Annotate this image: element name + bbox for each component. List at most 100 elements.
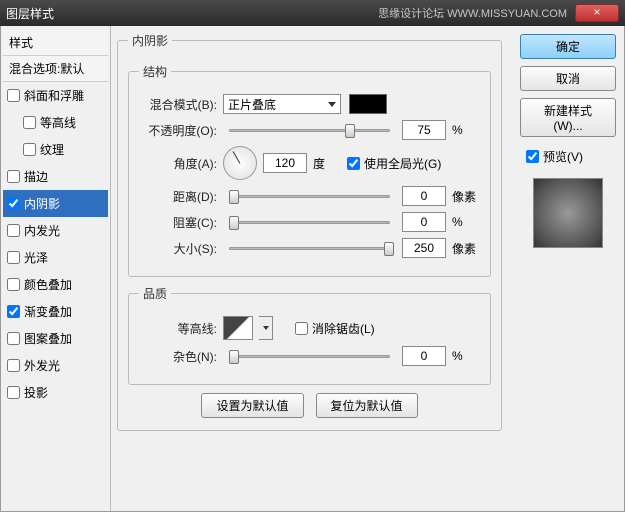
- noise-input[interactable]: 0: [402, 346, 446, 366]
- noise-unit: %: [452, 349, 480, 363]
- sidebar-header[interactable]: 样式: [3, 30, 108, 56]
- size-slider[interactable]: [229, 239, 390, 257]
- sidebar-checkbox[interactable]: [23, 143, 36, 156]
- titlebar: 图层样式 思缘设计论坛 WWW.MISSYUAN.COM ×: [0, 0, 625, 26]
- size-unit: 像素: [452, 240, 480, 257]
- preview-check[interactable]: 预览(V): [526, 148, 616, 165]
- angle-dial[interactable]: [223, 146, 257, 180]
- preview-thumbnail: [533, 178, 603, 248]
- opacity-label: 不透明度(O):: [139, 122, 217, 139]
- quality-fieldset: 品质 等高线: 消除锯齿(L) 杂色(N): 0 %: [128, 285, 491, 385]
- sidebar-item-label: 描边: [24, 168, 48, 185]
- sidebar-checkbox[interactable]: [7, 278, 20, 291]
- sidebar-item-label: 等高线: [40, 114, 76, 131]
- main-panel: 内阴影 结构 混合模式(B): 正片叠底 不透明度(O): 75 %: [111, 26, 512, 511]
- contour-label: 等高线:: [139, 320, 217, 337]
- contour-thumb[interactable]: [223, 316, 253, 340]
- distance-slider[interactable]: [229, 187, 390, 205]
- choke-input[interactable]: 0: [402, 212, 446, 232]
- opacity-slider[interactable]: [229, 121, 390, 139]
- distance-label: 距离(D):: [139, 188, 217, 205]
- choke-unit: %: [452, 215, 480, 229]
- color-swatch[interactable]: [349, 94, 387, 114]
- sidebar-checkbox[interactable]: [7, 89, 20, 102]
- sidebar-checkbox[interactable]: [23, 116, 36, 129]
- cancel-button[interactable]: 取消: [520, 66, 616, 91]
- blendmode-combo[interactable]: 正片叠底: [223, 94, 341, 114]
- sidebar-checkbox[interactable]: [7, 170, 20, 183]
- preview-label: 预览(V): [543, 148, 583, 165]
- chevron-down-icon: [263, 326, 269, 330]
- opacity-unit: %: [452, 123, 480, 137]
- sidebar-item-label: 图案叠加: [24, 330, 72, 347]
- sidebar-item-2[interactable]: 纹理: [3, 136, 108, 163]
- sidebar-checkbox[interactable]: [7, 305, 20, 318]
- sidebar-item-label: 光泽: [24, 249, 48, 266]
- quality-legend: 品质: [139, 285, 171, 302]
- structure-fieldset: 结构 混合模式(B): 正片叠底 不透明度(O): 75 % 角度: [128, 63, 491, 277]
- sidebar-item-6[interactable]: 光泽: [3, 244, 108, 271]
- angle-label: 角度(A):: [139, 155, 217, 172]
- global-light-check[interactable]: 使用全局光(G): [347, 155, 441, 172]
- size-input[interactable]: 250: [402, 238, 446, 258]
- sidebar-item-11[interactable]: 投影: [3, 379, 108, 406]
- distance-input[interactable]: 0: [402, 186, 446, 206]
- sidebar-item-label: 渐变叠加: [24, 303, 72, 320]
- inner-shadow-fieldset: 内阴影 结构 混合模式(B): 正片叠底 不透明度(O): 75 %: [117, 32, 502, 431]
- global-light-label: 使用全局光(G): [364, 155, 441, 172]
- sidebar-item-0[interactable]: 斜面和浮雕: [3, 82, 108, 109]
- sidebar-item-label: 内阴影: [24, 195, 60, 212]
- sidebar-checkbox[interactable]: [7, 359, 20, 372]
- sidebar-item-3[interactable]: 描边: [3, 163, 108, 190]
- right-column: 确定 取消 新建样式(W)... 预览(V): [512, 26, 624, 511]
- antialias-checkbox[interactable]: [295, 322, 308, 335]
- sidebar-checkbox[interactable]: [7, 224, 20, 237]
- close-button[interactable]: ×: [575, 4, 619, 22]
- blendmode-label: 混合模式(B):: [139, 96, 217, 113]
- sidebar-item-label: 颜色叠加: [24, 276, 72, 293]
- antialias-check[interactable]: 消除锯齿(L): [295, 320, 375, 337]
- ok-button[interactable]: 确定: [520, 34, 616, 59]
- reset-default-button[interactable]: 复位为默认值: [316, 393, 418, 418]
- chevron-down-icon: [328, 102, 336, 107]
- panel-title: 内阴影: [128, 32, 172, 49]
- sidebar-checkbox[interactable]: [7, 197, 20, 210]
- sidebar-checkbox[interactable]: [7, 332, 20, 345]
- antialias-label: 消除锯齿(L): [312, 320, 375, 337]
- make-default-button[interactable]: 设置为默认值: [201, 393, 303, 418]
- sidebar-item-8[interactable]: 渐变叠加: [3, 298, 108, 325]
- sidebar-item-10[interactable]: 外发光: [3, 352, 108, 379]
- blendmode-value: 正片叠底: [228, 96, 276, 113]
- noise-slider[interactable]: [229, 347, 390, 365]
- sidebar-item-label: 投影: [24, 384, 48, 401]
- sidebar-checkbox[interactable]: [7, 386, 20, 399]
- new-style-button[interactable]: 新建样式(W)...: [520, 98, 616, 137]
- watermark-text: 思缘设计论坛 WWW.MISSYUAN.COM: [378, 5, 567, 21]
- choke-label: 阻塞(C):: [139, 214, 217, 231]
- sidebar-item-5[interactable]: 内发光: [3, 217, 108, 244]
- angle-unit: 度: [313, 155, 341, 172]
- choke-slider[interactable]: [229, 213, 390, 231]
- structure-legend: 结构: [139, 63, 171, 80]
- noise-label: 杂色(N):: [139, 348, 217, 365]
- sidebar-blend-options[interactable]: 混合选项:默认: [3, 56, 108, 82]
- window-title: 图层样式: [6, 5, 54, 22]
- preview-checkbox[interactable]: [526, 150, 539, 163]
- sidebar-item-4[interactable]: 内阴影: [3, 190, 108, 217]
- global-light-checkbox[interactable]: [347, 157, 360, 170]
- dialog-body: 样式 混合选项:默认 斜面和浮雕等高线纹理描边内阴影内发光光泽颜色叠加渐变叠加图…: [0, 26, 625, 512]
- contour-combo[interactable]: [259, 316, 273, 340]
- sidebar-checkbox[interactable]: [7, 251, 20, 264]
- sidebar-item-1[interactable]: 等高线: [3, 109, 108, 136]
- opacity-input[interactable]: 75: [402, 120, 446, 140]
- sidebar-item-label: 斜面和浮雕: [24, 87, 84, 104]
- sidebar-item-label: 内发光: [24, 222, 60, 239]
- styles-sidebar: 样式 混合选项:默认 斜面和浮雕等高线纹理描边内阴影内发光光泽颜色叠加渐变叠加图…: [1, 26, 111, 511]
- sidebar-item-9[interactable]: 图案叠加: [3, 325, 108, 352]
- size-label: 大小(S):: [139, 240, 217, 257]
- distance-unit: 像素: [452, 188, 480, 205]
- sidebar-item-label: 纹理: [40, 141, 64, 158]
- sidebar-item-label: 外发光: [24, 357, 60, 374]
- angle-input[interactable]: 120: [263, 153, 307, 173]
- sidebar-item-7[interactable]: 颜色叠加: [3, 271, 108, 298]
